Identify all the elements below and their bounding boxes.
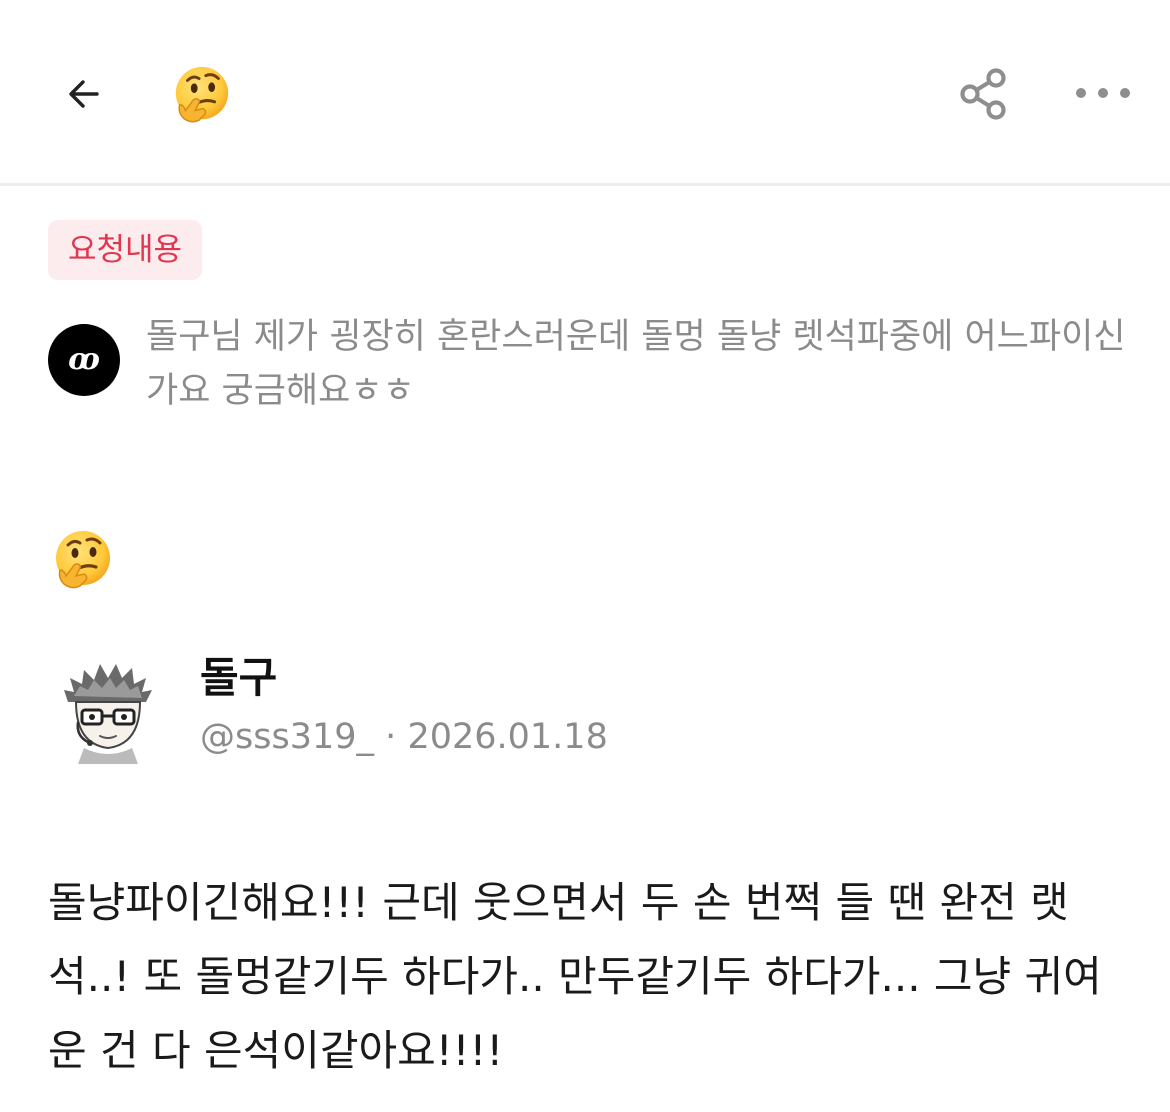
author-name: 돌구 bbox=[200, 653, 278, 702]
thinking-face-emoji bbox=[56, 531, 110, 589]
arrow-left-icon bbox=[69, 80, 99, 108]
share-button[interactable] bbox=[952, 62, 1016, 126]
back-button[interactable] bbox=[56, 66, 112, 122]
author-handle[interactable]: @sss319_ bbox=[200, 717, 374, 757]
thinking-face-emoji bbox=[175, 66, 229, 123]
more-options-button[interactable] bbox=[1070, 70, 1136, 116]
author-avatar[interactable] bbox=[54, 656, 162, 764]
answer-text: 돌냥파이긴해요!!! 근데 웃으면서 두 손 번쩍 들 땐 완전 랫석..! 또… bbox=[48, 878, 1102, 1075]
asker-avatar: ꝏ bbox=[48, 324, 120, 396]
request-content-tag: 요청내용 bbox=[48, 220, 203, 280]
asker-avatar-glyph: ꝏ bbox=[68, 342, 100, 377]
share-icon bbox=[960, 68, 1006, 120]
question-text: 돌구님 제가 굉장히 혼란스러운데 돌멍 돌냥 렛석파중에 어느파이신가요 궁금… bbox=[146, 317, 1126, 411]
top-bar bbox=[0, 0, 1170, 186]
post-date: 2026.01.18 bbox=[407, 717, 608, 757]
author-meta: @sss319_ · 2026.01.18 bbox=[200, 714, 608, 760]
more-horizontal-icon bbox=[1076, 88, 1130, 98]
meta-separator: · bbox=[385, 717, 397, 757]
